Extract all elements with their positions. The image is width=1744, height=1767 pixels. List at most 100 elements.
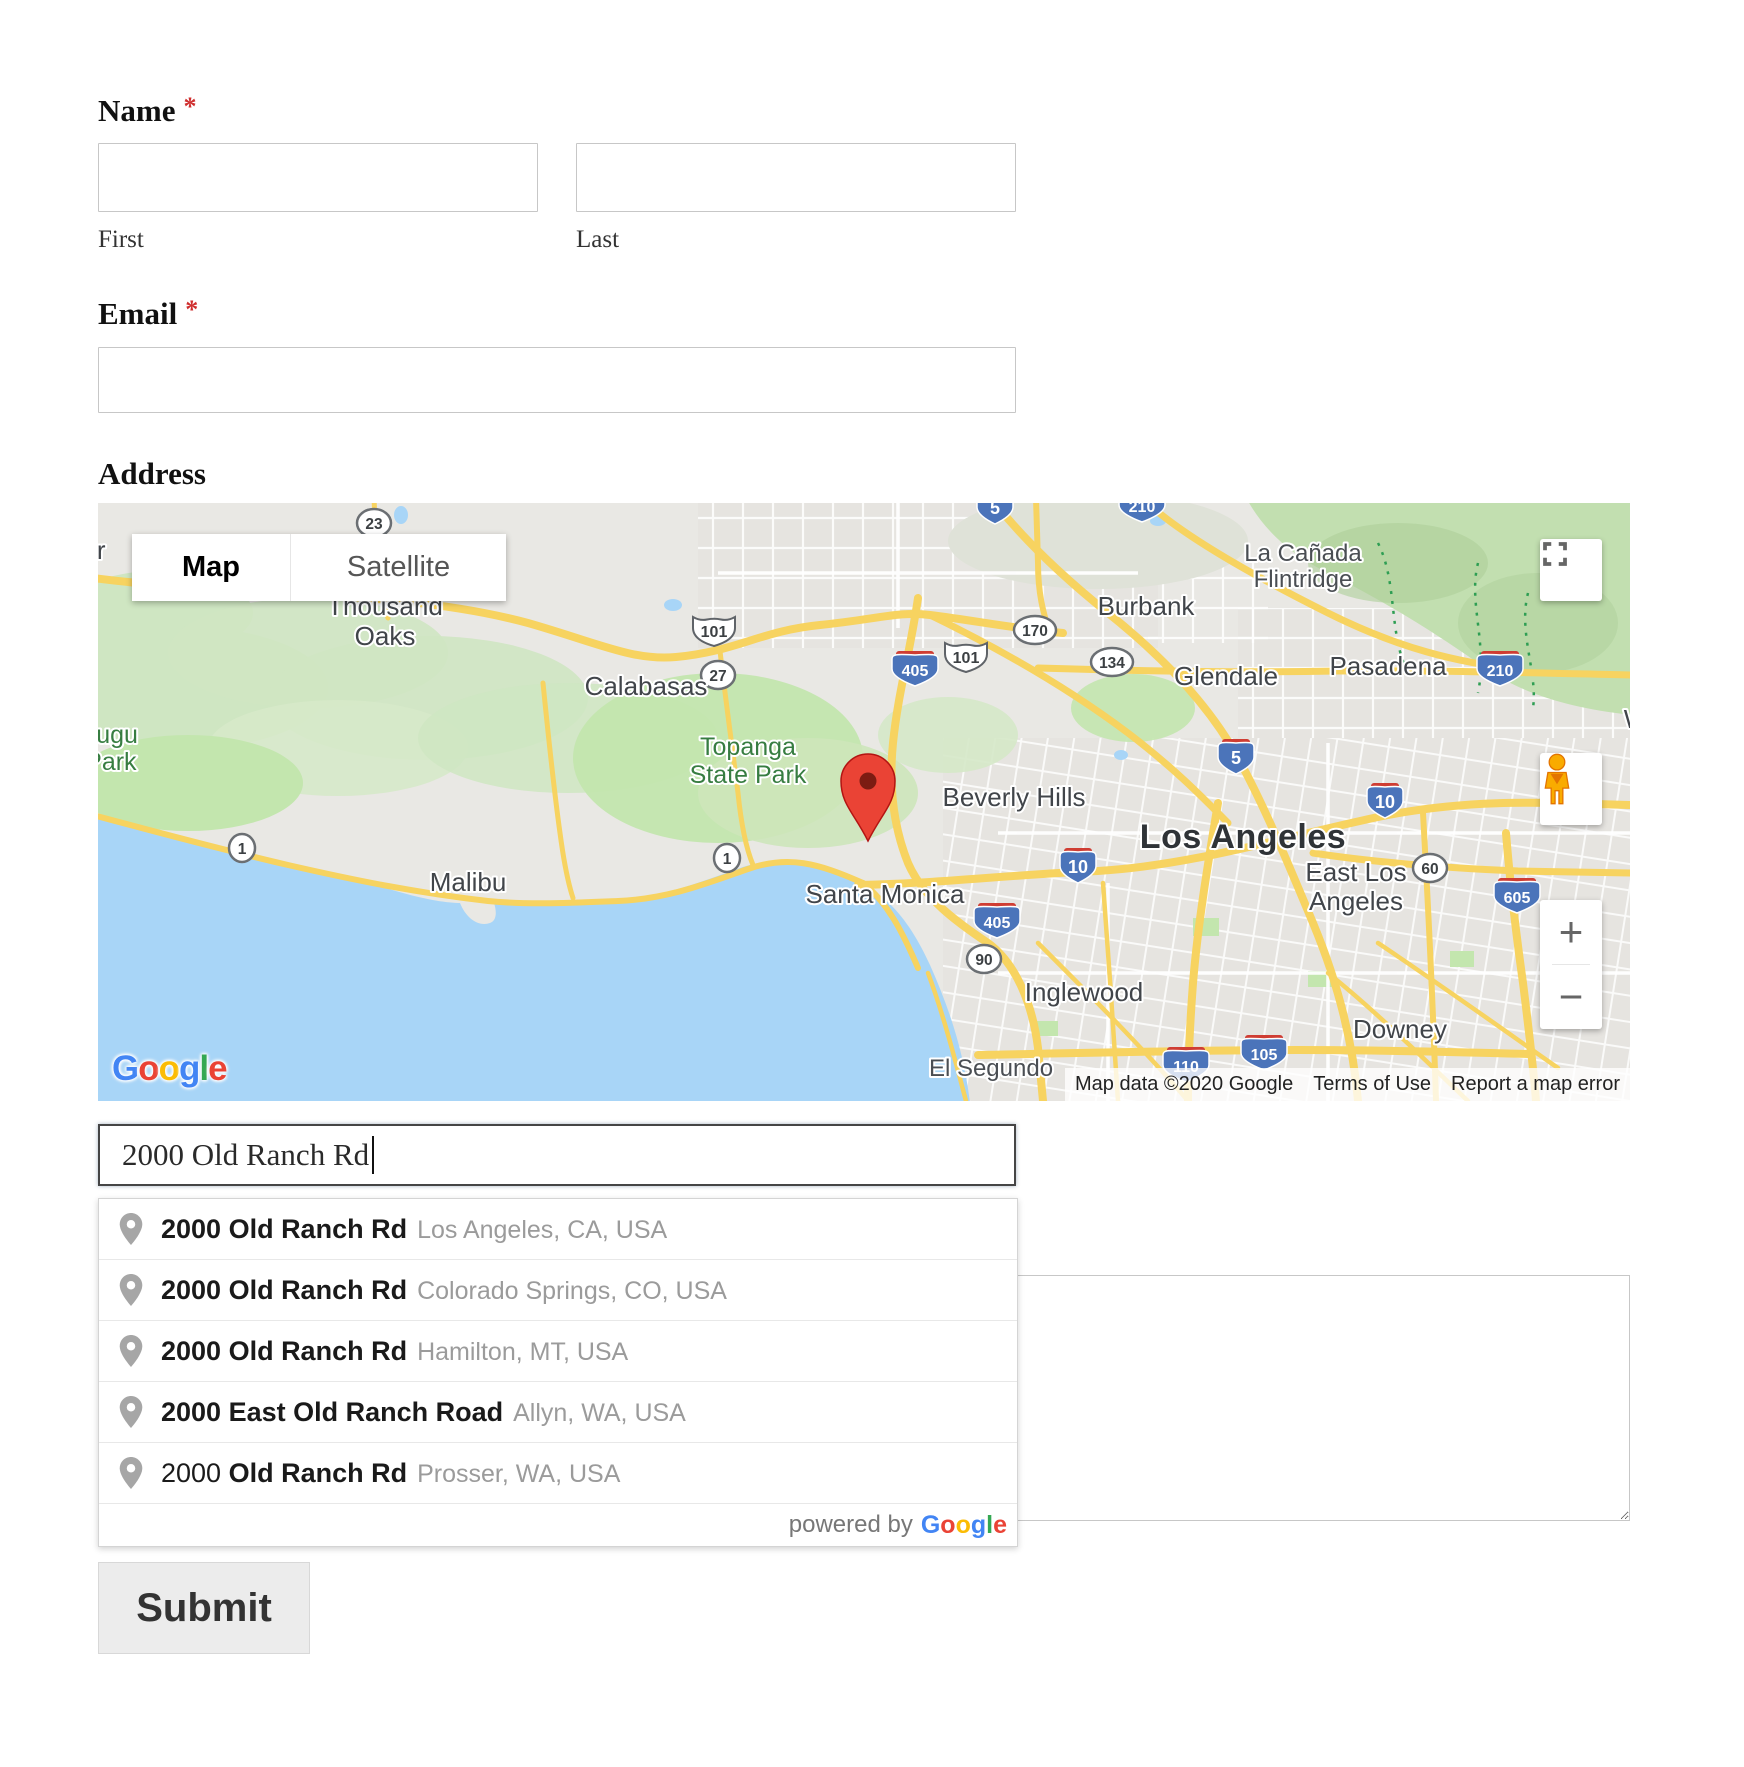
map-label: Pasadena bbox=[1329, 651, 1447, 681]
svg-text:405: 405 bbox=[902, 663, 929, 680]
suggestion-main-text: 2000 Old Ranch Rd bbox=[161, 1214, 407, 1244]
powered-by-text: powered by bbox=[789, 1511, 913, 1539]
email-label: Email* bbox=[98, 295, 198, 332]
suggestion-secondary-text: Los Angeles, CA, USA bbox=[417, 1216, 667, 1244]
suggestion-main-text: 2000 Old Ranch Rd bbox=[161, 1275, 407, 1305]
google-logo-letter: o bbox=[138, 1049, 158, 1088]
map-label: Los Angeles bbox=[1140, 818, 1346, 856]
google-logo-letter: g bbox=[971, 1511, 986, 1539]
svg-text:1: 1 bbox=[238, 841, 247, 858]
map-pin-icon bbox=[119, 1274, 143, 1306]
map-label: La Cañada bbox=[1244, 540, 1362, 567]
map-type-control: Map Satellite bbox=[132, 534, 506, 601]
suggestion-secondary-text: Hamilton, MT, USA bbox=[417, 1338, 628, 1366]
address-input-value: 2000 Old Ranch Rd bbox=[122, 1137, 369, 1173]
last-name-input[interactable] bbox=[576, 143, 1016, 212]
route-shield-icon: 1 bbox=[229, 834, 255, 862]
required-asterisk: * bbox=[185, 295, 198, 324]
address-input[interactable]: 2000 Old Ranch Rd bbox=[98, 1124, 1016, 1186]
map-type-map-button[interactable]: Map bbox=[132, 534, 291, 601]
map-pin-icon bbox=[119, 1213, 143, 1245]
submit-button[interactable]: Submit bbox=[98, 1562, 310, 1654]
google-logo-letter: o bbox=[940, 1511, 955, 1539]
map-label: Glendale bbox=[1174, 661, 1278, 691]
google-logo-letter: l bbox=[199, 1049, 208, 1088]
map-label: State Park bbox=[690, 761, 807, 789]
first-name-input[interactable] bbox=[98, 143, 538, 212]
svg-text:27: 27 bbox=[709, 668, 726, 685]
route-shield-icon: 170 bbox=[1014, 616, 1056, 644]
autocomplete-item[interactable]: 2000 Old Ranch Rd Colorado Springs, CO, U… bbox=[99, 1259, 1017, 1320]
map-label: Beverly Hills bbox=[942, 782, 1085, 812]
map-label: Inglewood bbox=[1025, 977, 1144, 1007]
svg-text:605: 605 bbox=[1504, 890, 1531, 907]
map-pin-icon bbox=[119, 1396, 143, 1428]
google-logo-letter: g bbox=[179, 1049, 199, 1088]
svg-text:405: 405 bbox=[984, 915, 1011, 932]
text-caret bbox=[372, 1136, 374, 1174]
svg-text:5: 5 bbox=[990, 503, 1000, 518]
google-logo-letter: e bbox=[208, 1049, 226, 1088]
svg-text:23: 23 bbox=[365, 516, 383, 533]
suggestion-secondary-text: Allyn, WA, USA bbox=[513, 1399, 686, 1427]
svg-text:134: 134 bbox=[1099, 655, 1125, 672]
route-shield-icon: 90 bbox=[967, 945, 1001, 973]
autocomplete-item[interactable]: 2000 Old Ranch RdProsser, WA, USA bbox=[99, 1442, 1017, 1503]
map-pin-icon bbox=[119, 1335, 143, 1367]
autocomplete-item[interactable]: 2000 Old Ranch Rd Los Angeles, CA, USA bbox=[99, 1199, 1017, 1259]
map-label: ate Park bbox=[98, 748, 137, 776]
map-pin-icon bbox=[119, 1457, 143, 1489]
map-label: Flintridge bbox=[1254, 566, 1353, 593]
map-label: East Los bbox=[1305, 857, 1406, 887]
terms-of-use-link[interactable]: Terms of Use bbox=[1303, 1068, 1441, 1101]
fullscreen-icon bbox=[1540, 539, 1570, 569]
email-input[interactable] bbox=[98, 347, 1016, 413]
suggestion-main-text: Old Ranch Rd bbox=[229, 1458, 408, 1488]
name-label-text: Name bbox=[98, 93, 175, 128]
map-label: W bbox=[1624, 704, 1630, 734]
google-logo-letter: o bbox=[159, 1049, 179, 1088]
zoom-out-button[interactable]: − bbox=[1540, 965, 1602, 1029]
last-sublabel: Last bbox=[576, 226, 619, 254]
svg-text:210: 210 bbox=[1129, 503, 1156, 516]
svg-text:60: 60 bbox=[1421, 861, 1438, 878]
map-label: ar bbox=[98, 535, 106, 565]
svg-text:170: 170 bbox=[1022, 623, 1048, 640]
autocomplete-item[interactable]: 2000 Old Ranch Rd Hamilton, MT, USA bbox=[99, 1320, 1017, 1381]
map-attribution: Map data ©2020 Google Terms of Use Repor… bbox=[1065, 1068, 1630, 1101]
map-data-text: Map data ©2020 Google bbox=[1065, 1068, 1303, 1101]
route-shield-icon: 60 bbox=[1413, 854, 1447, 882]
map-label: Oaks bbox=[355, 621, 416, 651]
address-label: Address bbox=[98, 456, 206, 492]
svg-text:101: 101 bbox=[701, 624, 728, 641]
svg-text:1: 1 bbox=[723, 851, 732, 868]
google-logo: Google bbox=[112, 1049, 227, 1089]
autocomplete-item[interactable]: 2000 East Old Ranch Road Allyn, WA, USA bbox=[99, 1381, 1017, 1442]
map-type-satellite-button[interactable]: Satellite bbox=[291, 534, 506, 601]
suggestion-main-text: 2000 Old Ranch Rd bbox=[161, 1336, 407, 1366]
map-label: int Mugu bbox=[98, 721, 138, 749]
route-shield-icon: 134 bbox=[1091, 648, 1133, 676]
report-map-error-link[interactable]: Report a map error bbox=[1441, 1068, 1630, 1101]
svg-text:101: 101 bbox=[953, 650, 980, 667]
route-shield-icon: 1 bbox=[714, 844, 740, 872]
autocomplete-dropdown: 2000 Old Ranch RdLos Angeles, CA, USA200… bbox=[98, 1198, 1018, 1547]
pegman-icon bbox=[1540, 753, 1574, 805]
svg-text:210: 210 bbox=[1487, 663, 1514, 680]
google-logo-letter: G bbox=[921, 1511, 940, 1539]
map-label: Downey bbox=[1353, 1014, 1447, 1044]
google-map[interactable]: 2310127405101170134210521051060605101140… bbox=[98, 503, 1630, 1101]
zoom-in-button[interactable]: + bbox=[1540, 900, 1602, 964]
street-view-pegman-button[interactable] bbox=[1540, 753, 1602, 825]
first-sublabel: First bbox=[98, 226, 144, 254]
suggestion-main-text: 2000 East Old Ranch Road bbox=[161, 1397, 503, 1427]
autocomplete-footer: powered by Google bbox=[99, 1503, 1017, 1546]
name-label: Name* bbox=[98, 92, 196, 129]
map-label: Burbank bbox=[1098, 591, 1196, 621]
map-label: Topanga bbox=[700, 733, 796, 761]
map-label: Santa Monica bbox=[806, 879, 966, 909]
autocomplete-list: 2000 Old Ranch RdLos Angeles, CA, USA200… bbox=[99, 1199, 1017, 1503]
suggestion-secondary-text: Colorado Springs, CO, USA bbox=[417, 1277, 727, 1305]
map-label: Calabasas bbox=[585, 671, 708, 701]
fullscreen-button[interactable] bbox=[1540, 539, 1602, 601]
